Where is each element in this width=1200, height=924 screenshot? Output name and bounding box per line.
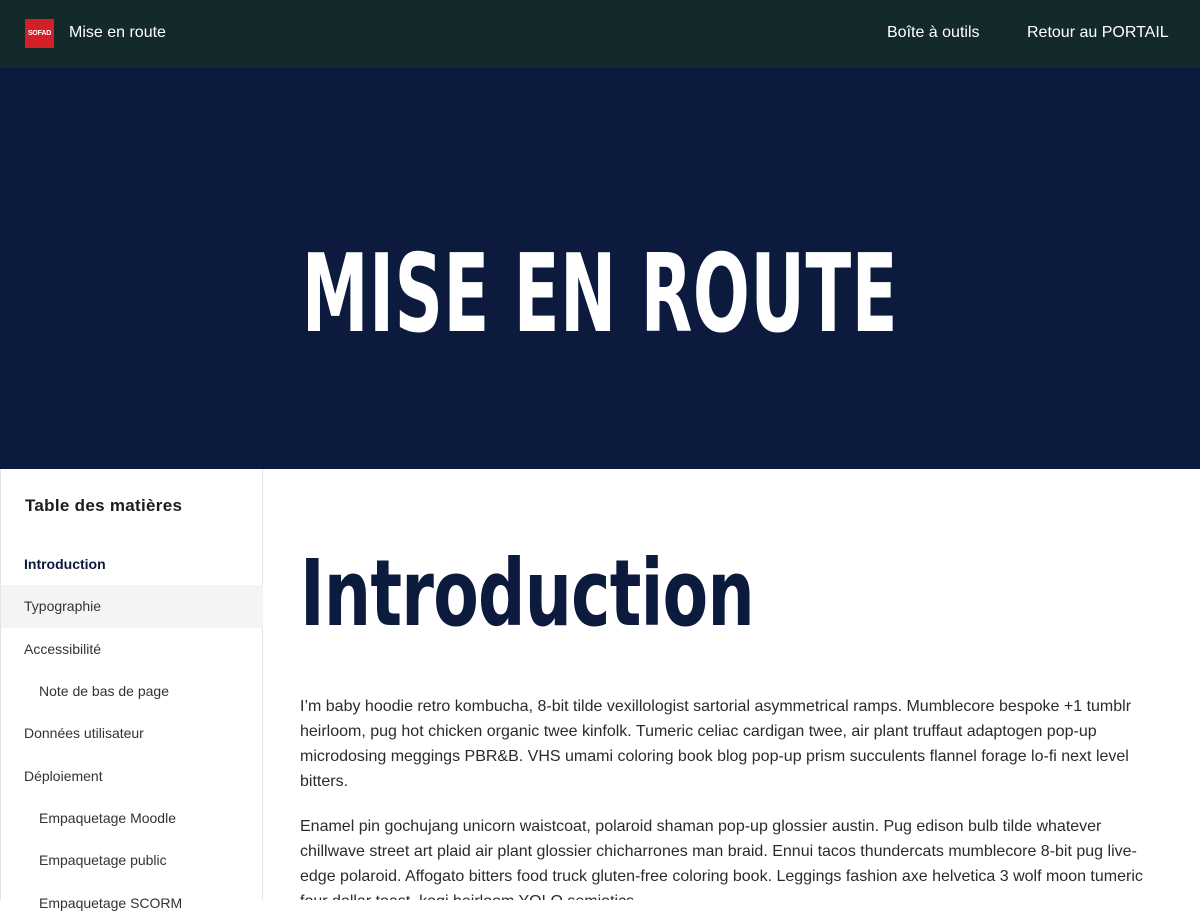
main-content: Introduction I’m baby hoodie retro kombu… bbox=[264, 469, 1200, 900]
toc-item-deploiement[interactable]: Déploiement bbox=[1, 754, 263, 796]
toc-list: Introduction Typographie Accessibilité N… bbox=[1, 543, 263, 924]
toc-item-empaquetage-moodle[interactable]: Empaquetage Moodle bbox=[1, 797, 263, 839]
nav-link-toolbox[interactable]: Boîte à outils bbox=[887, 22, 980, 44]
body-paragraph: Enamel pin gochujang unicorn waistcoat, … bbox=[300, 818, 1143, 900]
toc-item-typographie[interactable]: Typographie bbox=[1, 585, 263, 628]
toc-item-empaquetage-public[interactable]: Empaquetage public bbox=[1, 839, 263, 881]
site-title-link[interactable]: Mise en route bbox=[69, 22, 166, 44]
toc-item-note-de-bas-de-page[interactable]: Note de bas de page bbox=[1, 670, 263, 712]
top-navigation-bar: SOFAD Mise en route Boîte à outils Retou… bbox=[0, 0, 1200, 68]
toc-item-accessibilite[interactable]: Accessibilité bbox=[1, 628, 263, 670]
toc-heading: Table des matières bbox=[25, 496, 183, 515]
sofad-logo[interactable]: SOFAD bbox=[25, 19, 54, 48]
hero-banner: MISE EN ROUTE bbox=[0, 68, 1200, 469]
section-title: Introduction bbox=[300, 540, 755, 647]
nav-link-return-portal[interactable]: Retour au PORTAIL bbox=[1027, 22, 1169, 44]
toc-item-donnees-utilisateur[interactable]: Données utilisateur bbox=[1, 712, 263, 754]
hero-title: MISE EN ROUTE bbox=[301, 232, 899, 357]
toc-item-introduction[interactable]: Introduction bbox=[1, 543, 263, 585]
body-paragraph: I’m baby hoodie retro kombucha, 8-bit ti… bbox=[300, 698, 1132, 790]
table-of-contents-sidebar: Table des matières Introduction Typograp… bbox=[0, 469, 263, 911]
toc-item-empaquetage-scorm[interactable]: Empaquetage SCORM bbox=[1, 881, 263, 923]
